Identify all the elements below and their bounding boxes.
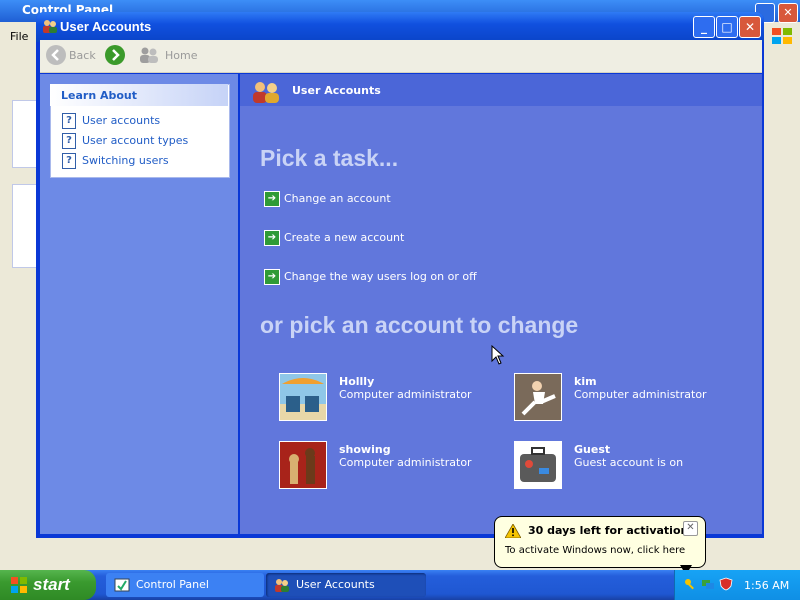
account-name[interactable]: Guest — [574, 443, 610, 456]
account-name[interactable]: Hollly — [339, 375, 374, 388]
beach-chairs-icon[interactable] — [279, 373, 327, 421]
start-label[interactable]: start — [33, 575, 70, 595]
maximize-button[interactable]: □ — [716, 16, 738, 38]
warning-icon — [505, 524, 521, 538]
user-accounts-icon — [275, 579, 289, 592]
pick-account-heading: or pick an account to change — [260, 312, 579, 338]
back-button-label[interactable]: Back — [69, 49, 96, 62]
user-accounts-header-icon — [253, 82, 279, 103]
learn-about-title: Learn About — [61, 89, 138, 102]
home-users-icon[interactable] — [139, 46, 159, 64]
help-question-icon: ? — [62, 133, 76, 149]
task-label[interactable]: Create a new account — [284, 231, 404, 244]
task-label[interactable]: Change an account — [284, 192, 391, 205]
help-question-icon: ? — [62, 113, 76, 129]
balloon-activate-link[interactable]: To activate Windows now, click here — [505, 545, 685, 556]
balloon-title: 30 days left for activation — [528, 524, 689, 537]
taskbar-control-panel[interactable]: Control Panel — [106, 573, 264, 597]
account-tile-showing[interactable]: showing Computer administrator — [279, 441, 479, 493]
green-arrow-icon: ➔ — [264, 230, 280, 246]
account-role: Computer administrator — [339, 388, 472, 401]
account-role: Computer administrator — [574, 388, 707, 401]
mouse-cursor-icon — [491, 345, 505, 365]
account-tile-guest[interactable]: Guest Guest account is on — [514, 441, 714, 493]
task-label[interactable]: Change the way users log on or off — [284, 270, 477, 283]
taskbar-button-label[interactable]: User Accounts — [296, 578, 375, 591]
chess-icon[interactable] — [279, 441, 327, 489]
activation-keys-icon[interactable] — [683, 577, 697, 591]
suitcase-icon[interactable] — [514, 441, 562, 489]
windows-logo-icon — [772, 28, 792, 44]
windows-flag-icon — [11, 577, 27, 593]
learn-item-label[interactable]: Switching users — [82, 154, 169, 167]
account-role: Guest account is on — [574, 456, 684, 469]
home-button-label[interactable]: Home — [165, 49, 197, 62]
window-title: User Accounts — [60, 19, 152, 34]
security-shield-icon[interactable] — [719, 577, 733, 591]
balloon-close-button[interactable]: ✕ — [683, 521, 698, 536]
network-icon[interactable] — [701, 577, 715, 591]
back-arrow-icon[interactable] — [46, 45, 66, 65]
control-panel-icon — [114, 578, 130, 592]
clock: 1:56 AM — [744, 579, 790, 592]
learn-item-label[interactable]: User account types — [82, 134, 188, 147]
user-accounts-icon — [43, 20, 57, 33]
account-tile-kim[interactable]: kim Computer administrator — [514, 373, 714, 425]
content-header-title: User Accounts — [292, 84, 381, 97]
taskbar-button-label[interactable]: Control Panel — [136, 578, 209, 591]
forward-arrow-icon[interactable] — [105, 45, 125, 65]
pick-task-heading: Pick a task... — [260, 145, 399, 171]
background-close-button[interactable]: ✕ — [778, 3, 798, 23]
account-name[interactable]: kim — [574, 375, 597, 388]
account-tile-hollly[interactable]: Hollly Computer administrator — [279, 373, 479, 425]
minimize-button[interactable]: _ — [693, 16, 715, 38]
karate-icon[interactable] — [514, 373, 562, 421]
close-button[interactable]: ✕ — [739, 16, 761, 38]
help-question-icon: ? — [62, 153, 76, 169]
background-menu-file[interactable]: File — [10, 30, 28, 43]
taskbar-user-accounts[interactable]: User Accounts — [266, 573, 426, 597]
green-arrow-icon: ➔ — [264, 269, 280, 285]
green-arrow-icon: ➔ — [264, 191, 280, 207]
account-name[interactable]: showing — [339, 443, 391, 456]
account-role: Computer administrator — [339, 456, 472, 469]
learn-item-label[interactable]: User accounts — [82, 114, 160, 127]
